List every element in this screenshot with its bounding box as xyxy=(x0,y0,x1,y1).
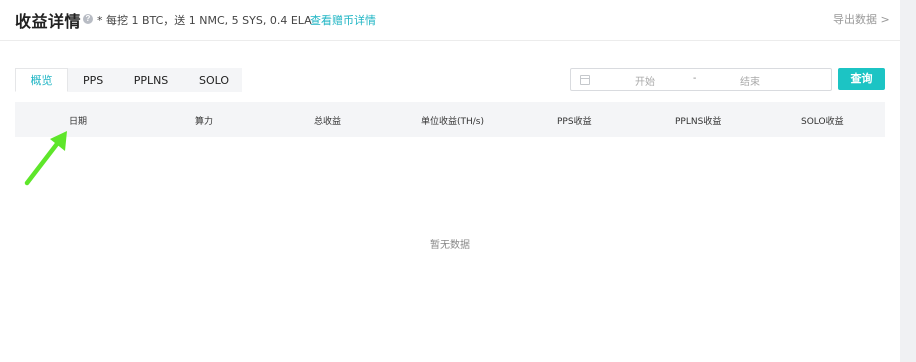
tab-solo[interactable]: SOLO xyxy=(184,68,242,92)
view-gift-details-link[interactable]: 查看赠币详情 xyxy=(310,12,376,28)
gift-coin-note: * 每挖 1 BTC，送 1 NMC, 5 SYS, 0.4 ELA xyxy=(97,14,312,27)
column-total-earnings[interactable]: 总收益 xyxy=(314,114,341,127)
column-pps-earnings[interactable]: PPS收益 xyxy=(557,114,592,127)
page-title: 收益详情 xyxy=(15,12,82,31)
column-unit-earnings[interactable]: 单位收益(TH/s) xyxy=(421,114,484,127)
tab-pplns[interactable]: PPLNS xyxy=(118,68,184,92)
tab-bar: 概览 PPS PPLNS SOLO xyxy=(15,68,242,92)
help-icon[interactable]: ? xyxy=(83,14,93,24)
column-hashrate[interactable]: 算力 xyxy=(195,114,213,127)
table-header: 日期 算力 总收益 单位收益(TH/s) PPS收益 PPLNS收益 SOLO收… xyxy=(15,102,885,137)
page-header: 收益详情 ? * 每挖 1 BTC，送 1 NMC, 5 SYS, 0.4 EL… xyxy=(0,0,900,41)
scrollbar[interactable] xyxy=(900,0,916,362)
calendar-icon xyxy=(580,75,590,85)
main-panel: 收益详情 ? * 每挖 1 BTC，送 1 NMC, 5 SYS, 0.4 EL… xyxy=(0,0,900,362)
end-date-input[interactable]: 结束 xyxy=(739,73,761,88)
column-pplns-earnings[interactable]: PPLNS收益 xyxy=(675,114,721,127)
date-range-picker[interactable]: 开始 - 结束 xyxy=(570,68,832,91)
export-data-link[interactable]: 导出数据 > xyxy=(833,11,890,27)
empty-state-text: 暂无数据 xyxy=(430,240,470,251)
start-date-input[interactable]: 开始 xyxy=(631,73,659,88)
query-button[interactable]: 查询 xyxy=(838,68,885,90)
column-solo-earnings[interactable]: SOLO收益 xyxy=(801,114,844,127)
tab-pps[interactable]: PPS xyxy=(68,68,118,92)
date-separator: - xyxy=(693,73,697,84)
annotation-arrow-icon xyxy=(24,131,67,186)
tab-overview[interactable]: 概览 xyxy=(15,68,68,92)
